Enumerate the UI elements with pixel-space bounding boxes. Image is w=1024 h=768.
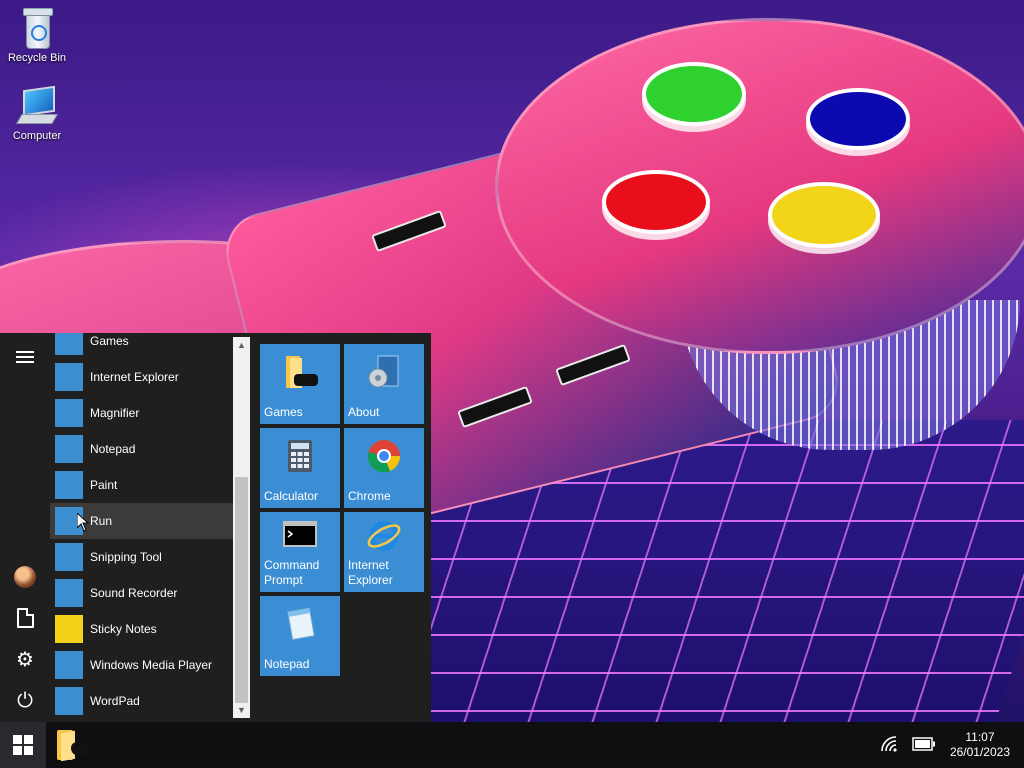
start-button[interactable] (0, 722, 46, 768)
start-menu: ⚙ ⏻ Games Internet Explorer Magnifier No… (0, 333, 431, 722)
scroll-up-arrow-icon[interactable]: ▲ (233, 337, 250, 353)
tile-games[interactable]: Games (260, 344, 340, 424)
documents-button[interactable] (0, 598, 50, 638)
notepad-icon (55, 435, 83, 463)
calculator-icon (288, 440, 312, 472)
app-item-label: Run (90, 514, 113, 528)
battery-icon[interactable] (912, 737, 936, 751)
sticky-notes-icon (55, 615, 83, 643)
tile-label: Chrome (348, 489, 391, 503)
app-item-sticky-notes[interactable]: Sticky Notes (50, 611, 233, 647)
wallpaper-red-button (602, 170, 710, 234)
hamburger-icon (16, 348, 34, 366)
internet-explorer-icon (55, 363, 83, 391)
app-item-label: Sticky Notes (90, 622, 157, 636)
scrollbar-thumb[interactable] (235, 477, 248, 703)
app-item-label: Notepad (90, 442, 136, 456)
app-item-label: Magnifier (90, 406, 140, 420)
recycle-bin-icon (21, 8, 53, 49)
command-prompt-icon (283, 521, 317, 547)
notepad-icon (287, 607, 315, 641)
app-item-paint[interactable]: Paint (50, 467, 233, 503)
app-item-windows-media-player[interactable]: Windows Media Player (50, 647, 233, 683)
clock-date: 26/01/2023 (949, 745, 1010, 759)
app-item-notepad[interactable]: Notepad (50, 431, 233, 467)
app-item-label: Games (90, 334, 129, 348)
chrome-icon (367, 440, 401, 473)
user-button[interactable] (0, 557, 50, 597)
snipping-tool-icon (55, 543, 83, 571)
document-icon (16, 608, 34, 628)
windows-logo-icon (13, 735, 33, 755)
games-folder-icon (57, 730, 91, 762)
tile-label: Notepad (264, 657, 310, 671)
games-folder-icon (286, 356, 318, 388)
settings-button[interactable]: ⚙ (0, 639, 50, 679)
tile-about[interactable]: About (344, 344, 424, 424)
tile-label: Games (264, 405, 303, 419)
wallpaper-controller-disc (495, 18, 1024, 354)
wallpaper-blue-button (806, 88, 910, 150)
taskbar-games-button[interactable] (50, 722, 98, 768)
wallpaper-yellow-button (768, 182, 880, 248)
tile-calculator[interactable]: Calculator (260, 428, 340, 508)
user-avatar (14, 566, 36, 588)
scroll-down-arrow-icon[interactable]: ▼ (233, 702, 250, 718)
about-icon (368, 355, 399, 388)
tile-label: Internet Explorer (348, 558, 393, 587)
tile-internet-explorer[interactable]: Internet Explorer (344, 512, 424, 592)
app-item-wordpad[interactable]: WordPad (50, 683, 233, 719)
app-item-sound-recorder[interactable]: Sound Recorder (50, 575, 233, 611)
tile-label: Calculator (264, 489, 319, 503)
tile-chrome[interactable]: Chrome (344, 428, 424, 508)
desktop-icon-label: Recycle Bin (7, 52, 67, 64)
app-item-label: Paint (90, 478, 118, 492)
internet-explorer-icon (367, 521, 401, 551)
tile-notepad[interactable]: Notepad (260, 596, 340, 676)
mouse-pointer-icon (77, 513, 89, 532)
tile-label: Command Prompt (264, 558, 320, 587)
hamburger-menu-button[interactable] (0, 337, 50, 377)
clock-time: 11:07 (965, 730, 995, 744)
power-icon: ⏻ (17, 688, 33, 712)
taskbar-clock[interactable]: 11:07 26/01/2023 (950, 730, 1010, 760)
app-item-label: Windows Media Player (90, 658, 213, 672)
taskbar: 11:07 26/01/2023 (0, 722, 1024, 768)
desktop-icon-label: Computer (12, 130, 62, 142)
app-item-label: WordPad (90, 694, 140, 708)
app-item-label: Internet Explorer (90, 370, 179, 384)
tile-label: About (348, 405, 380, 419)
app-item-snipping-tool[interactable]: Snipping Tool (50, 539, 233, 575)
media-player-icon (55, 651, 83, 679)
games-folder-icon (55, 333, 83, 355)
paint-icon (55, 471, 83, 499)
sound-recorder-icon (55, 579, 83, 607)
app-item-label: Snipping Tool (90, 550, 162, 564)
desktop-icon-recycle-bin[interactable]: Recycle Bin (0, 8, 74, 64)
tile-command-prompt[interactable]: Command Prompt (260, 512, 340, 592)
start-menu-rail: ⚙ ⏻ (0, 333, 50, 722)
magnifier-icon (55, 399, 83, 427)
desktop-icon-computer[interactable]: Computer (0, 85, 74, 142)
app-item-games[interactable]: Games (50, 333, 233, 359)
app-item-label: Sound Recorder (90, 586, 178, 600)
power-button[interactable]: ⏻ (0, 680, 50, 720)
app-item-internet-explorer[interactable]: Internet Explorer (50, 359, 233, 395)
computer-icon (15, 85, 59, 126)
wordpad-icon (55, 687, 83, 715)
app-item-magnifier[interactable]: Magnifier (50, 395, 233, 431)
gear-icon: ⚙ (16, 647, 34, 671)
wallpaper-green-button (642, 62, 746, 126)
app-list-scrollbar[interactable]: ▲ ▼ (233, 337, 250, 718)
wifi-icon[interactable] (880, 735, 898, 753)
